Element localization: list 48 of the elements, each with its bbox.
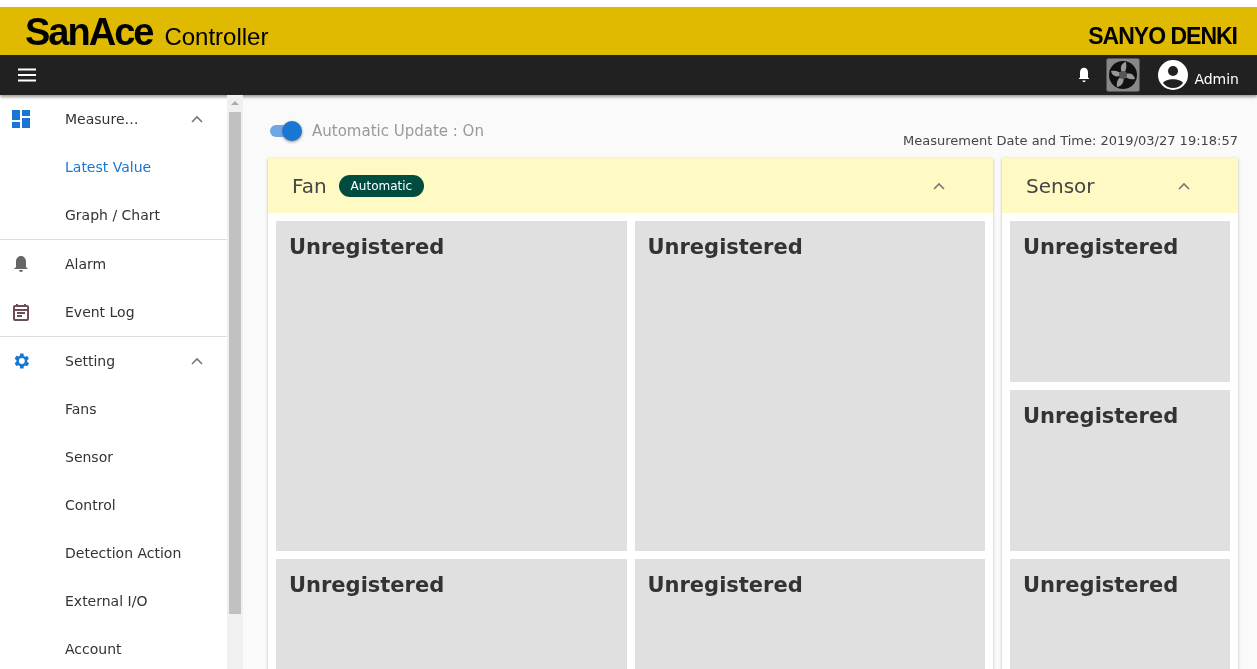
sidebar-subitem[interactable]: Sensor [0,433,227,481]
dashboard-icon [11,109,31,129]
menu-icon[interactable] [18,68,36,82]
tile-title: Unregistered [647,235,803,259]
sidebar-item[interactable]: Alarm [0,240,227,288]
measurement-time: Measurement Date and Time: 2019/03/27 19:18:57 [903,133,1238,148]
panel-title: Sensor [1026,173,1095,198]
chevron-icon[interactable] [933,181,945,190]
scrollbar[interactable] [227,95,243,669]
status-badge: Automatic [338,174,425,197]
chevron-icon[interactable] [1178,181,1190,190]
sidebar-subitem[interactable]: Latest Value [0,143,227,191]
device-tile[interactable]: Unregistered [1010,559,1230,669]
sidebar-subitem[interactable]: Account [0,625,227,669]
toggle-label: Automatic Update : On [312,122,484,140]
sidebar-subitem[interactable]: Fans [0,385,227,433]
tile-title: Unregistered [1023,404,1179,428]
panel-header[interactable]: Sensor [1002,158,1238,213]
toggle-switch[interactable] [268,121,302,141]
device-tile[interactable]: Unregistered [634,221,985,551]
device-tile[interactable]: Unregistered [634,559,985,669]
brand-logo: SANYO DENKI [1088,22,1237,51]
device-tile[interactable]: Unregistered [276,559,627,669]
panel-header[interactable]: Fan Automatic [268,158,993,213]
device-tile[interactable]: Unregistered [276,221,627,551]
sidebar-subitem[interactable]: Graph / Chart [0,191,227,239]
device-tile[interactable]: Unregistered [1010,221,1230,382]
fan-icon[interactable] [1106,58,1141,92]
sidebar-subitem[interactable]: Control [0,481,227,529]
tile-title: Unregistered [289,235,445,259]
sidebar-item[interactable]: Setting [0,337,227,385]
panel-title: Fan [292,173,327,198]
chevron-icon[interactable] [191,357,203,365]
sidebar-subitem[interactable]: Detection Action [0,529,227,577]
sidebar-item[interactable]: Measure… [0,95,227,143]
user-name[interactable]: Admin [1194,71,1239,87]
calendar-icon [11,302,31,322]
sidebar-item[interactable]: Event Log [0,288,227,336]
tile-title: Unregistered [1023,235,1179,259]
chevron-icon[interactable] [191,115,203,123]
product-name: Controller [164,22,269,52]
tile-title: Unregistered [647,573,803,597]
logo: SanAce [25,10,153,54]
tile-title: Unregistered [289,573,445,597]
tile-title: Unregistered [1023,573,1179,597]
device-tile[interactable]: Unregistered [1010,390,1230,551]
account-icon[interactable] [1158,60,1189,90]
sidebar-subitem[interactable]: External I/O [0,577,227,625]
